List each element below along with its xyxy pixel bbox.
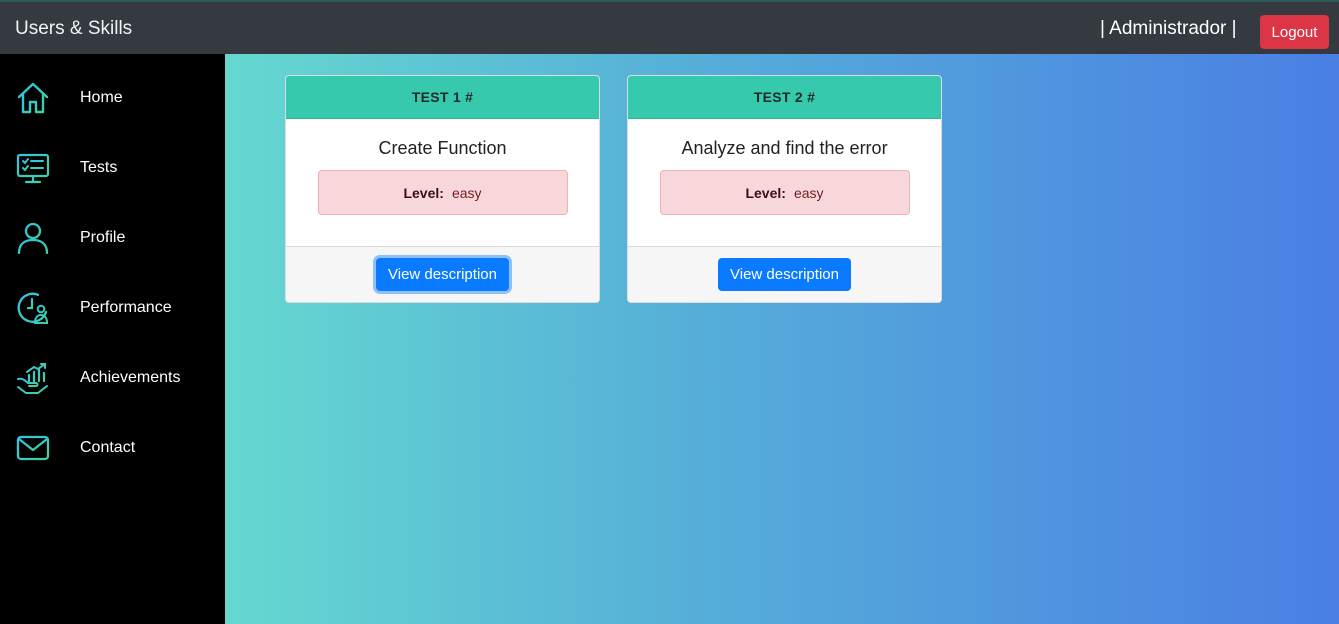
top-navbar: Users & Skills | Administrador | Logout — [0, 0, 1339, 54]
card-header: TEST 2 # — [628, 76, 941, 119]
sidebar-item-label: Profile — [80, 229, 126, 246]
sidebar-item-label: Contact — [80, 439, 136, 456]
sidebar: Home Tests Profile Performance Achieveme… — [0, 54, 225, 624]
achievements-icon — [17, 363, 48, 394]
level-alert: Level: easy — [317, 170, 568, 215]
sidebar-item-label: Achievements — [80, 369, 181, 386]
tests-monitor-icon — [16, 153, 50, 184]
sidebar-item-performance[interactable]: Performance — [0, 283, 225, 333]
logout-button[interactable]: Logout — [1260, 15, 1329, 49]
user-name: | Administrador | — [1100, 18, 1237, 39]
level-label: Level: — [745, 184, 786, 201]
card-footer: View description — [628, 246, 941, 302]
profile-icon — [17, 222, 49, 255]
view-description-button[interactable]: View description — [376, 258, 509, 291]
sidebar-item-home[interactable]: Home — [0, 73, 225, 123]
level-label: Level: — [403, 184, 444, 201]
sidebar-item-label: Performance — [80, 299, 172, 316]
test-card: TEST 1 # Create Function Level: easy Vie… — [285, 75, 600, 303]
performance-icon — [17, 292, 49, 324]
level-value: easy — [793, 184, 824, 201]
sidebar-item-achievements[interactable]: Achievements — [0, 353, 225, 403]
sidebar-item-profile[interactable]: Profile — [0, 213, 225, 263]
view-description-button[interactable]: View description — [718, 258, 851, 291]
card-title: Create Function — [378, 138, 507, 158]
sidebar-item-label: Home — [80, 89, 123, 106]
envelope-icon — [16, 435, 50, 461]
main-content: TEST 1 # Create Function Level: easy Vie… — [225, 54, 1339, 624]
sidebar-item-contact[interactable]: Contact — [0, 423, 225, 473]
card-footer: View description — [286, 246, 599, 302]
card-title: Analyze and find the error — [681, 138, 888, 158]
card-header: TEST 1 # — [286, 76, 599, 119]
level-value: easy — [451, 184, 482, 201]
level-alert: Level: easy — [659, 170, 910, 215]
test-card: TEST 2 # Analyze and find the error Leve… — [627, 75, 942, 303]
home-icon — [17, 82, 49, 114]
brand-title[interactable]: Users & Skills — [15, 18, 132, 40]
sidebar-item-tests[interactable]: Tests — [0, 143, 225, 193]
sidebar-item-label: Tests — [80, 159, 118, 176]
